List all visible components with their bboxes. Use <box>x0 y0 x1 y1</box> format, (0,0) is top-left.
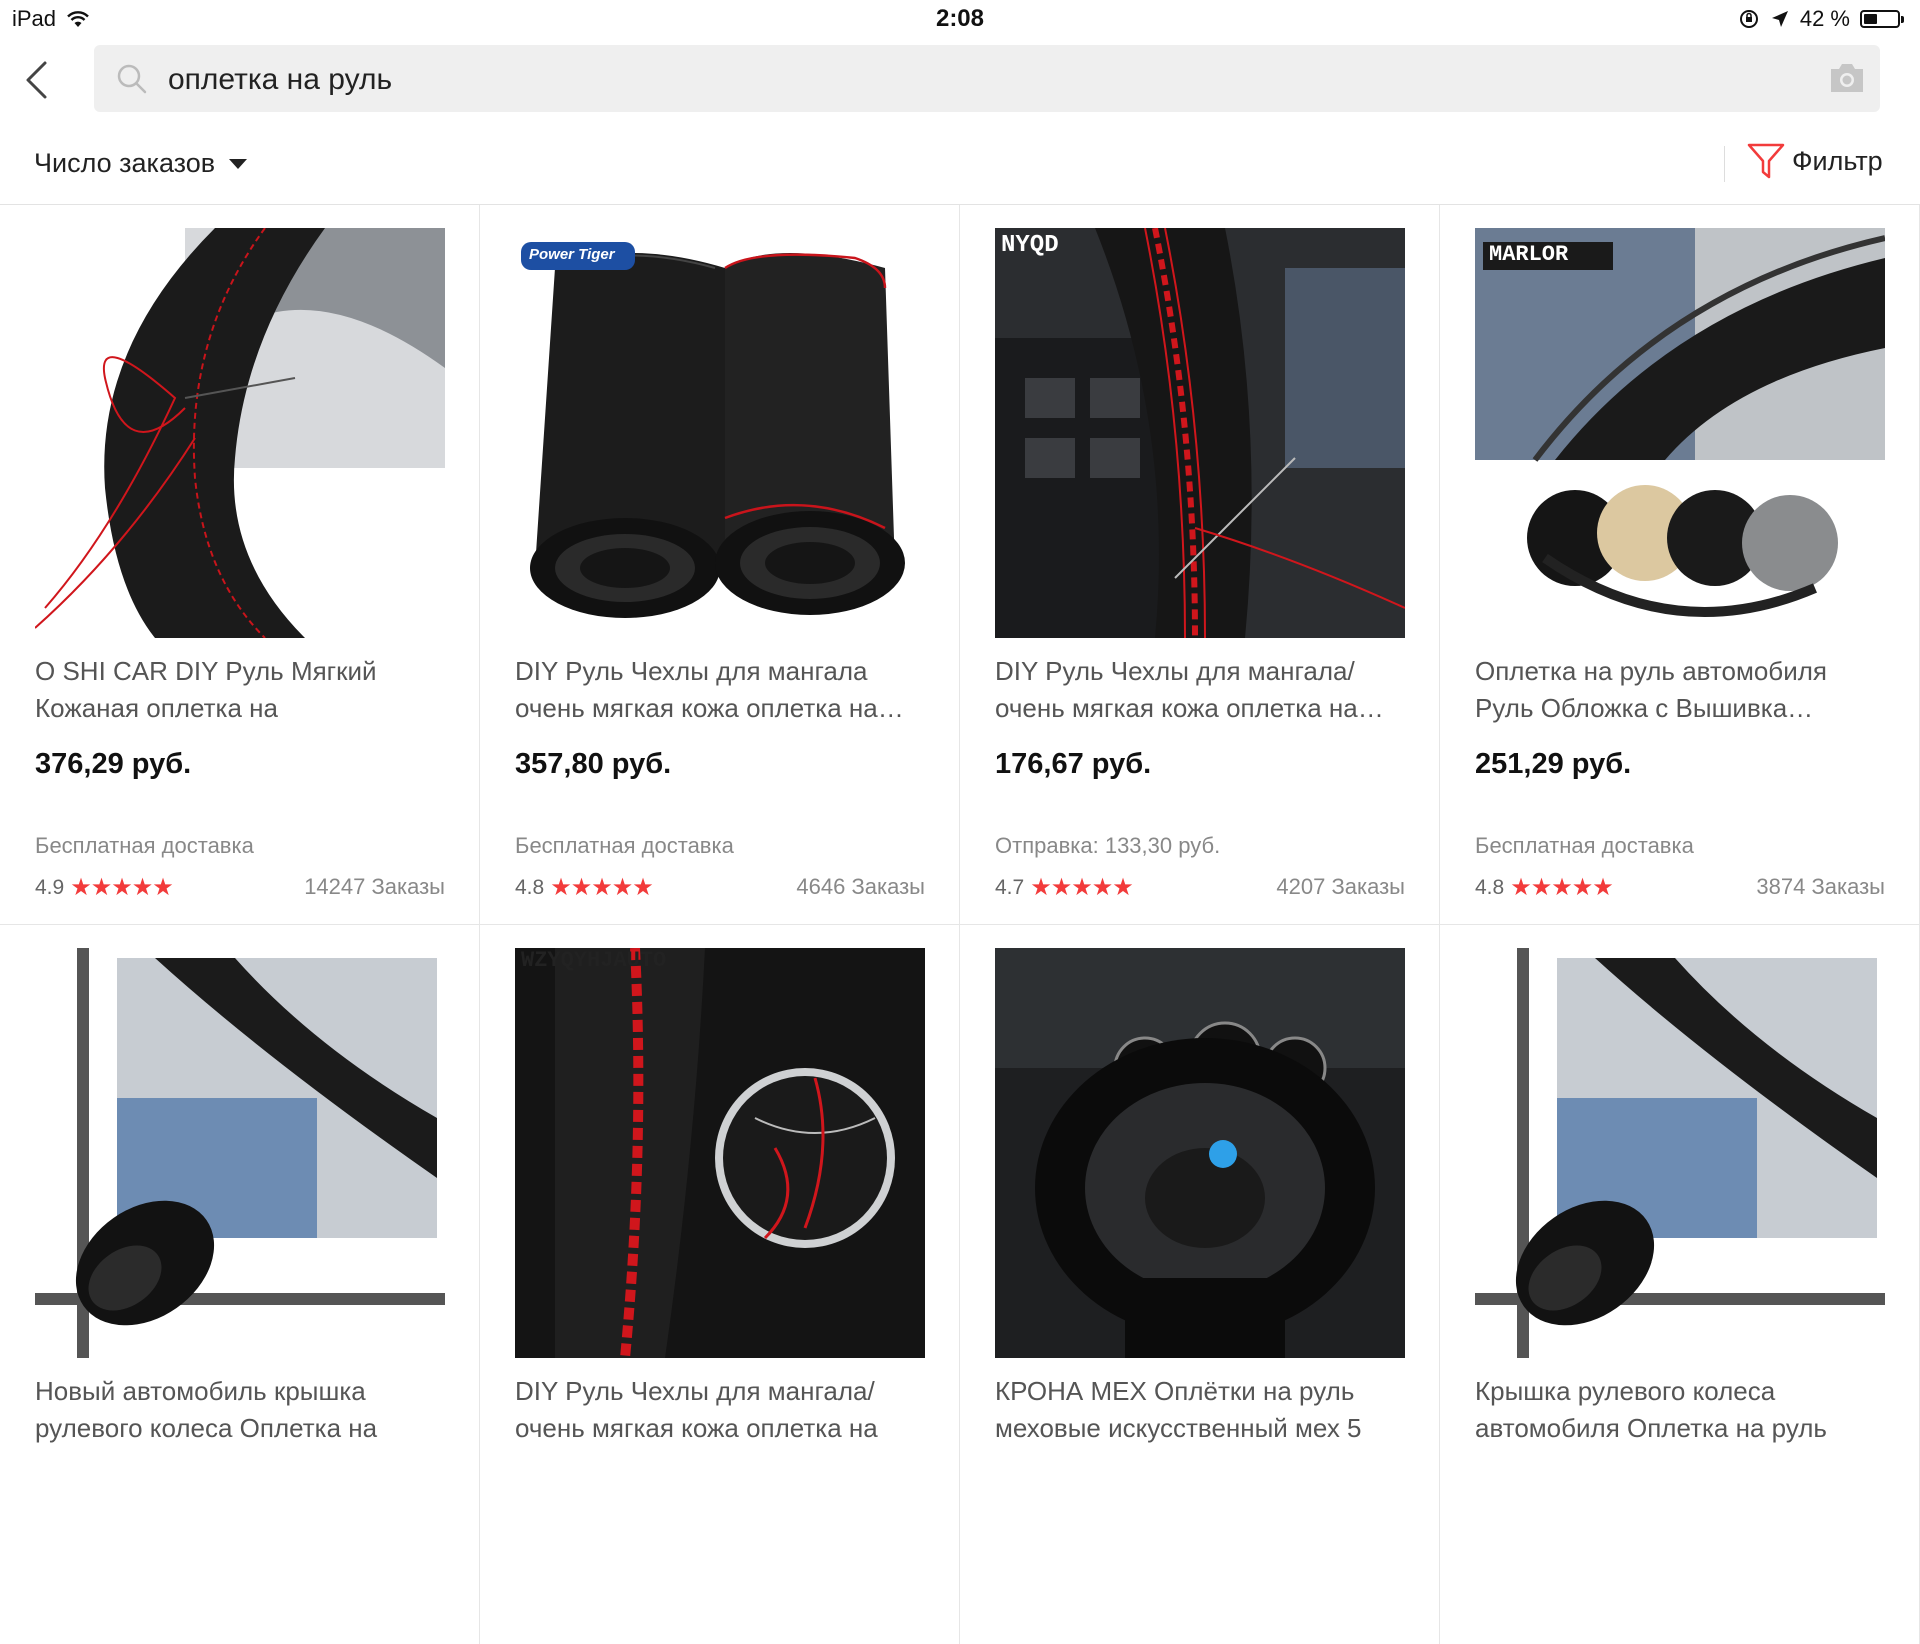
back-button[interactable] <box>14 52 58 108</box>
filter-icon <box>1747 143 1785 179</box>
shipping-info: Бесплатная доставка <box>35 833 254 858</box>
orders-count: 14247 Заказы <box>304 874 445 899</box>
product-image <box>1475 948 1885 1358</box>
product-card[interactable]: КРОНА МЕХ Оплётки на руль меховые искусс… <box>960 925 1439 1644</box>
product-title: Новый автомобиль крышка рулевого колеса … <box>35 1376 378 1443</box>
product-title: Оплетка на руль автомобиля Руль Обложка … <box>1475 656 1827 723</box>
rating-value: 4.8 <box>1475 875 1505 899</box>
status-right: 42 % <box>1738 6 1904 32</box>
location-arrow-icon <box>1771 11 1788 27</box>
status-bar: iPad 2:08 42 % <box>0 0 1920 40</box>
rating: 4.8 ★★★★★ <box>1475 873 1614 902</box>
orders-count: 3874 Заказы <box>1756 874 1885 899</box>
search-box[interactable] <box>94 45 1880 114</box>
product-title: Крышка рулевого колеса автомобиля Оплетк… <box>1475 1376 1827 1443</box>
product-card[interactable]: O SHI CAR DIY Руль Мягкий Кожаная оплетк… <box>0 205 479 924</box>
rating: 4.7 ★★★★★ <box>995 873 1134 902</box>
status-time: 2:08 <box>935 5 985 32</box>
rating-row: 4.8 ★★★★★ 3874 Заказы <box>1475 873 1885 903</box>
product-price: 176,67 руб. <box>995 748 1152 780</box>
product-image <box>995 948 1405 1358</box>
product-title: O SHI CAR DIY Руль Мягкий Кожаная оплетк… <box>35 656 377 723</box>
product-card[interactable]: Крышка рулевого колеса автомобиля Оплетк… <box>1440 925 1919 1644</box>
brand-logo: Power Tiger <box>529 246 615 263</box>
chevron-left-icon <box>26 61 47 99</box>
star-rating-icon: ★★★★★ <box>70 874 174 901</box>
rating-row: 4.8 ★★★★★ 4646 Заказы <box>515 873 925 903</box>
filter-label: Фильтр <box>1792 145 1883 176</box>
battery-icon <box>1860 10 1904 28</box>
shipping-info: Отправка: 133,30 руб. <box>995 833 1221 858</box>
search-input[interactable] <box>166 45 1770 114</box>
divider <box>1724 146 1725 182</box>
brand-logo: NYQD <box>1001 232 1059 259</box>
rating-value: 4.9 <box>35 875 65 899</box>
product-image <box>35 228 445 638</box>
orders-count: 4646 Заказы <box>796 874 925 899</box>
product-title: DIY Руль Чехлы для мангала/ очень мягкая… <box>995 656 1384 723</box>
sort-dropdown[interactable]: Число заказов <box>34 148 248 179</box>
product-price: 376,29 руб. <box>35 748 192 780</box>
rating-row: 4.7 ★★★★★ 4207 Заказы <box>995 873 1405 903</box>
product-image: Power Tiger <box>515 228 925 638</box>
sort-filter-bar: Число заказов Фильтр <box>0 120 1920 205</box>
product-grid: O SHI CAR DIY Руль Мягкий Кожаная оплетк… <box>0 205 1920 1644</box>
product-card[interactable]: Power Tiger DIY Руль Чехлы для мангала о… <box>480 205 959 924</box>
rating: 4.9 ★★★★★ <box>35 873 174 902</box>
shipping-info: Бесплатная доставка <box>515 833 734 858</box>
search-icon <box>117 64 147 94</box>
product-title: КРОНА МЕХ Оплётки на руль меховые искусс… <box>995 1376 1362 1443</box>
star-rating-icon: ★★★★★ <box>1510 874 1614 901</box>
rating-row: 4.9 ★★★★★ 14247 Заказы <box>35 873 445 903</box>
product-image: NYQD <box>995 228 1405 638</box>
product-title: DIY Руль Чехлы для мангала очень мягкая … <box>515 656 904 723</box>
product-image: MARLOR <box>1475 228 1885 638</box>
product-image: WZYQYHJAUTO <box>515 948 925 1358</box>
star-rating-icon: ★★★★★ <box>1030 874 1134 901</box>
product-price: 357,80 руб. <box>515 748 672 780</box>
product-title: DIY Руль Чехлы для мангала/ очень мягкая… <box>515 1376 878 1443</box>
product-card[interactable]: NYQD DIY Руль Чехлы для мангала/ очень м… <box>960 205 1439 924</box>
rating-value: 4.7 <box>995 875 1025 899</box>
battery-percent: 42 % <box>1799 6 1850 31</box>
rating-value: 4.8 <box>515 875 545 899</box>
orders-count: 4207 Заказы <box>1276 874 1405 899</box>
star-rating-icon: ★★★★★ <box>550 874 654 901</box>
sort-label: Число заказов <box>34 148 216 178</box>
filter-button[interactable]: Фильтр <box>1746 142 1883 180</box>
product-image <box>35 948 445 1358</box>
brand-logo: MARLOR <box>1489 242 1569 267</box>
rating: 4.8 ★★★★★ <box>515 873 654 902</box>
shipping-info: Бесплатная доставка <box>1475 833 1694 858</box>
product-price: 251,29 руб. <box>1475 748 1632 780</box>
caret-down-icon <box>229 158 248 169</box>
product-card[interactable]: MARLOR Оплетка на руль автомобиля Руль О… <box>1440 205 1919 924</box>
brand-logo: WZYQYHJAUTO <box>521 948 667 973</box>
product-card[interactable]: WZYQYHJAUTO DIY Руль Чехлы для мангала/ … <box>480 925 959 1644</box>
product-card[interactable]: Новый автомобиль крышка рулевого колеса … <box>0 925 479 1644</box>
camera-icon[interactable] <box>1828 61 1866 95</box>
orientation-lock-icon <box>1739 10 1758 28</box>
